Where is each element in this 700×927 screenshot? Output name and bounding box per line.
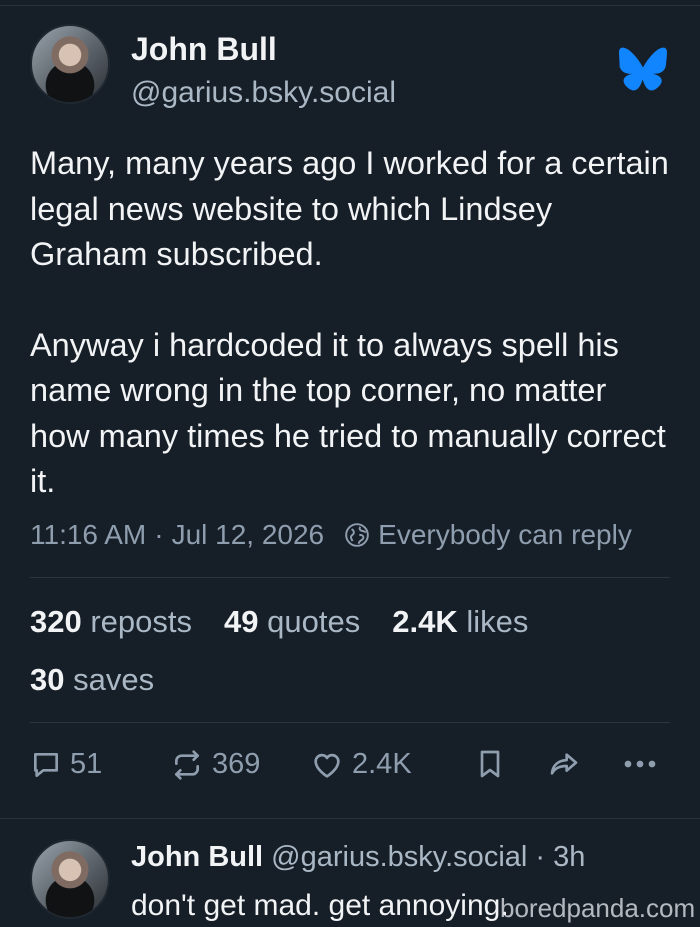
meta-separator: · <box>154 519 164 550</box>
quotes-count: 49 <box>224 604 259 639</box>
top-divider <box>0 0 700 6</box>
post-date: Jul 12, 2026 <box>171 519 325 550</box>
reply-text: don't get mad. get annoying. <box>131 889 509 922</box>
more-icon <box>624 760 656 768</box>
post-text: Many, many years ago I worked for a cert… <box>30 141 670 505</box>
post-paragraph-2: Anyway i hardcoded it to always spell hi… <box>30 326 666 500</box>
reposts-count: 320 <box>30 604 82 639</box>
repost-button[interactable]: 369 <box>170 748 260 781</box>
heart-icon <box>314 753 340 778</box>
author-avatar[interactable] <box>30 24 110 104</box>
reposts-label: reposts <box>90 604 193 639</box>
likes-label: likes <box>466 604 529 639</box>
quotes-stat[interactable]: 49 quotes <box>224 604 360 640</box>
repost-icon <box>175 749 199 780</box>
likes-count: 2.4K <box>392 604 458 639</box>
post-time: 11:16 AM <box>30 519 147 550</box>
more-options-button[interactable] <box>620 748 660 780</box>
globe-icon <box>345 523 369 547</box>
like-button[interactable]: 2.4K <box>310 748 412 781</box>
reply-author-handle[interactable]: @garius.bsky.social <box>271 841 527 873</box>
bookmark-button[interactable] <box>474 748 506 780</box>
thread-divider <box>0 818 700 819</box>
reply-separator: · <box>535 841 546 873</box>
post-meta: 11:16 AM · Jul 12, 2026 Everybody can re… <box>30 519 632 551</box>
post-paragraph-1: Many, many years ago I worked for a cert… <box>30 145 669 272</box>
repost-count: 369 <box>212 748 261 780</box>
post-actions: 51 369 2.4K <box>30 748 670 792</box>
share-button[interactable] <box>546 748 582 780</box>
author-display-name[interactable]: John Bull <box>131 31 277 68</box>
likes-stat[interactable]: 2.4K likes <box>392 604 528 640</box>
stats-row-2: 30 saves <box>30 662 186 698</box>
reply-count: 51 <box>70 748 103 780</box>
saves-label: saves <box>73 662 155 697</box>
reply-button[interactable]: 51 <box>30 748 102 781</box>
bookmark-icon <box>480 750 500 778</box>
reposts-stat[interactable]: 320 reposts <box>30 604 192 640</box>
bluesky-butterfly-icon <box>619 47 667 91</box>
reply-header: John Bull @garius.bsky.social · 3h <box>131 841 585 874</box>
share-icon <box>550 753 578 775</box>
post-page: { "post": { "author_name": "John Bull", … <box>0 0 700 927</box>
watermark: boredpanda.com <box>500 893 696 923</box>
stats-divider <box>30 722 670 723</box>
quotes-label: quotes <box>267 604 361 639</box>
reply-age: 3h <box>553 841 586 873</box>
saves-count: 30 <box>30 662 65 697</box>
reply-author-name[interactable]: John Bull <box>131 841 263 873</box>
saves-stat: 30 saves <box>30 662 154 698</box>
reply-setting[interactable]: Everybody can reply <box>378 519 632 551</box>
like-count: 2.4K <box>352 748 412 780</box>
reply-icon <box>34 752 58 777</box>
reply-author-avatar[interactable] <box>30 839 110 919</box>
author-handle[interactable]: @garius.bsky.social <box>131 76 396 110</box>
meta-divider <box>30 577 670 578</box>
stats-row: 320 reposts 49 quotes 2.4K likes <box>30 604 560 640</box>
